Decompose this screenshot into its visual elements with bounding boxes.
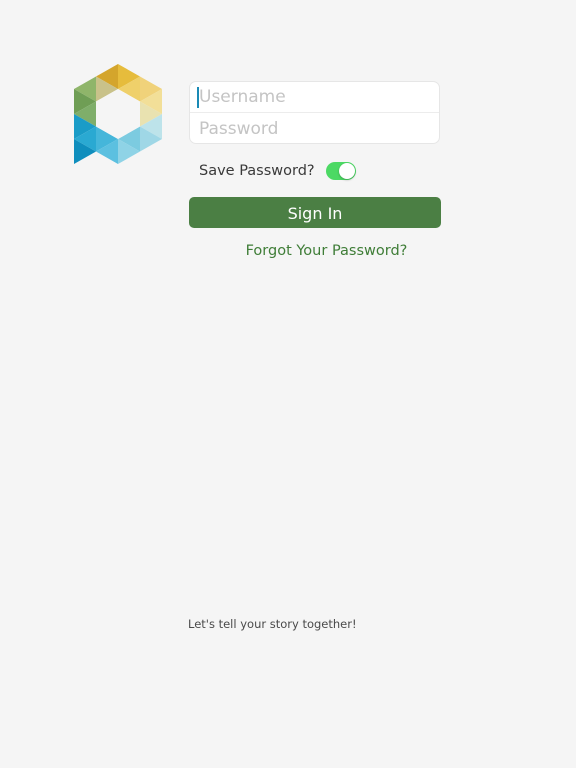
tagline: Let's tell your story together! — [188, 617, 357, 631]
forgot-password-link[interactable]: Forgot Your Password? — [189, 243, 464, 259]
save-password-row: Save Password? — [199, 160, 356, 182]
password-input[interactable] — [190, 113, 439, 143]
toggle-knob — [338, 163, 355, 179]
sign-in-button[interactable]: Sign In — [189, 197, 441, 228]
login-fields — [189, 81, 440, 144]
login-screen: Save Password? Sign In Forgot Your Passw… — [0, 0, 576, 768]
username-input[interactable] — [190, 82, 439, 113]
save-password-toggle[interactable] — [325, 162, 356, 180]
text-cursor — [197, 87, 199, 108]
app-logo-icon — [74, 64, 162, 164]
save-password-label: Save Password? — [199, 163, 315, 179]
